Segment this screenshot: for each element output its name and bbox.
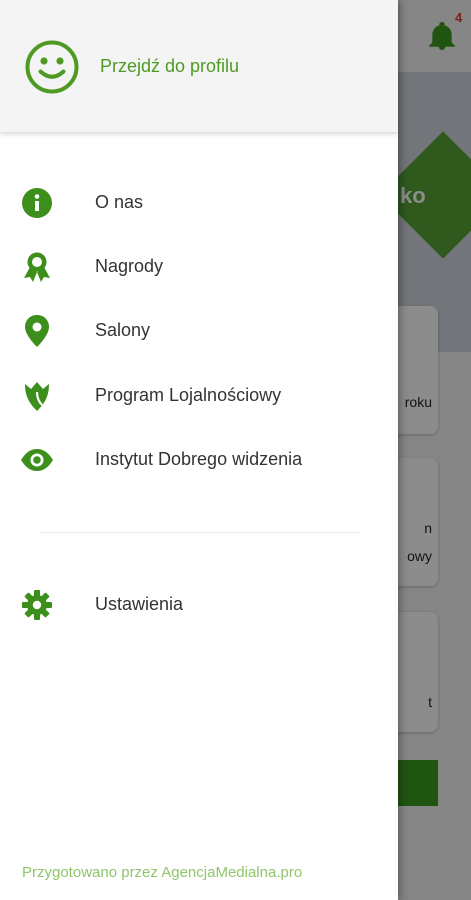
- menu-item-label: Salony: [95, 320, 151, 340]
- info-icon: [20, 187, 54, 219]
- location-pin-icon: [20, 315, 54, 347]
- menu-item-label: Nagrody: [95, 256, 164, 276]
- menu-item-about[interactable]: O nas: [0, 175, 398, 231]
- menu-item-vision-institute[interactable]: Instytut Dobrego widzenia: [0, 432, 398, 488]
- award-ribbon-icon: [20, 251, 54, 283]
- gear-icon: [20, 589, 54, 621]
- menu-item-awards[interactable]: Nagrody: [0, 239, 398, 295]
- smiley-icon: [25, 40, 79, 94]
- eye-icon: [20, 444, 54, 476]
- profile-link[interactable]: Przejdź do profilu: [100, 56, 239, 77]
- menu-item-label: Ustawienia: [95, 594, 184, 614]
- footer-credit[interactable]: Przygotowano przez AgencjaMedialna.pro: [22, 864, 302, 881]
- menu-item-loyalty-program[interactable]: Program Lojalnościowy: [0, 368, 398, 424]
- menu-item-label: Instytut Dobrego widzenia: [95, 449, 303, 469]
- navigation-drawer: Przejdź do profilu O nas Nagrody Salony …: [0, 0, 398, 900]
- tulip-icon: [20, 380, 54, 412]
- profile-header[interactable]: Przejdź do profilu: [0, 0, 398, 133]
- menu-item-label: O nas: [95, 192, 144, 212]
- menu-item-label: Program Lojalnościowy: [95, 385, 282, 405]
- menu-item-settings[interactable]: Ustawienia: [0, 577, 398, 633]
- menu-item-salons[interactable]: Salony: [0, 303, 398, 359]
- menu-divider: [40, 532, 360, 533]
